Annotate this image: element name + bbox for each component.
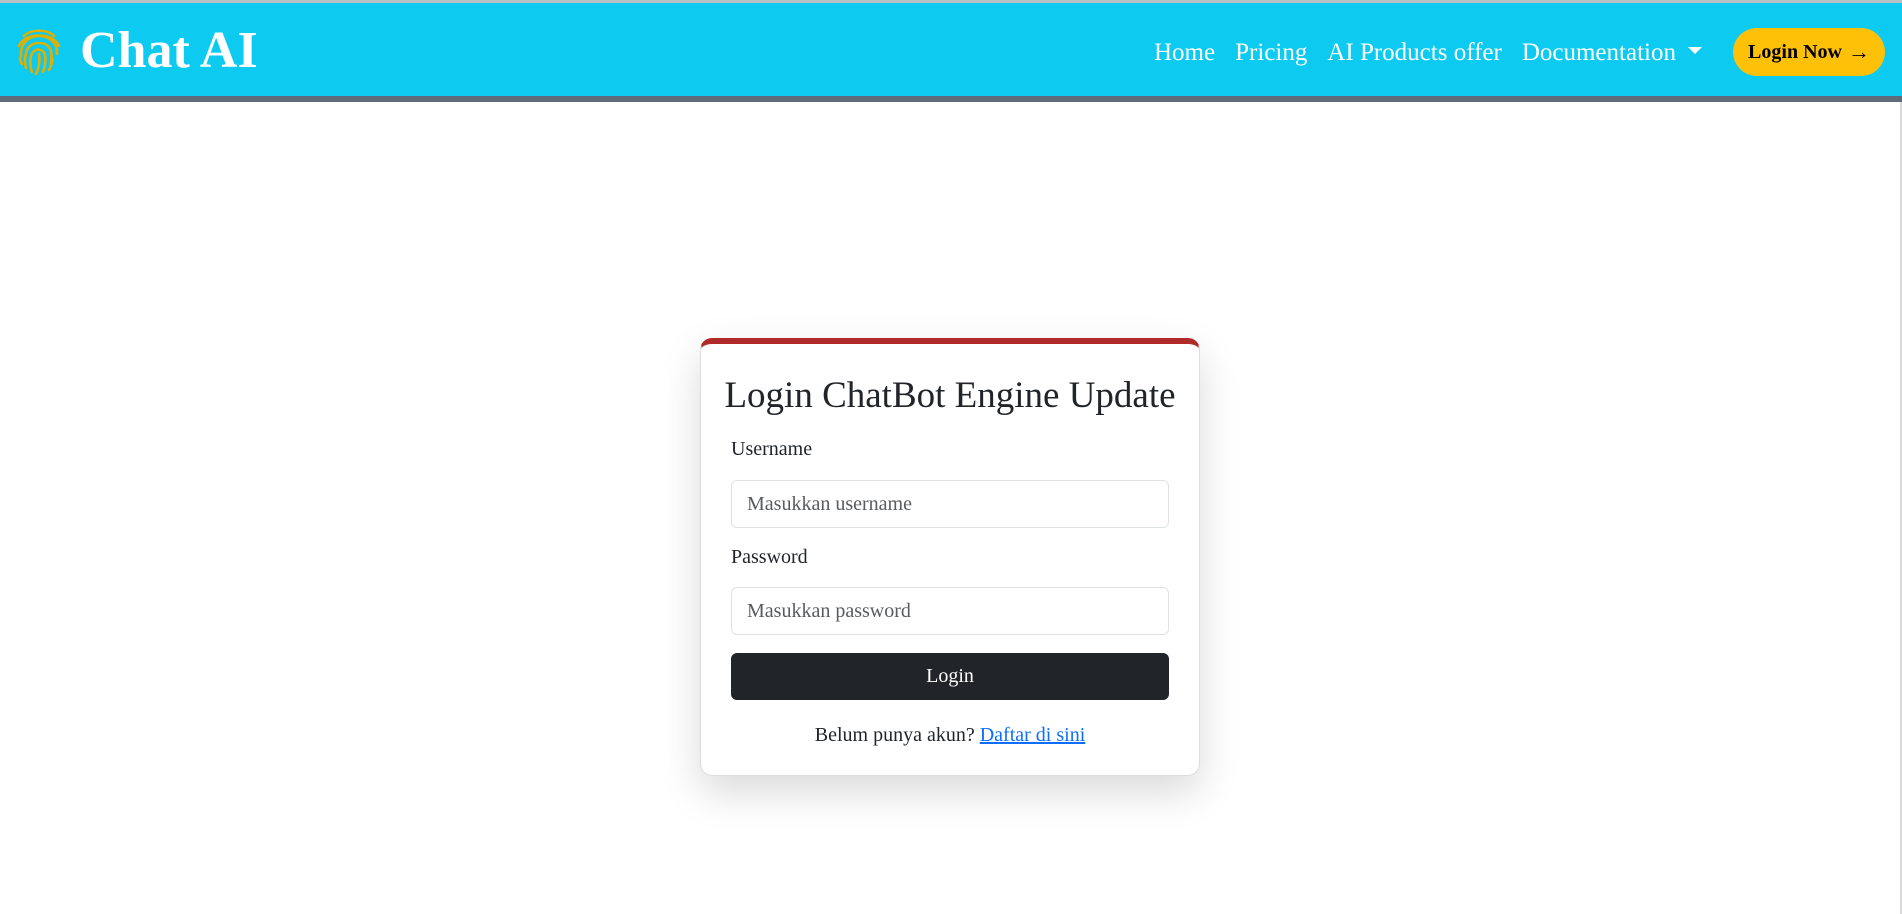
nav-ai-products[interactable]: AI Products offer	[1327, 39, 1502, 67]
caret-down-icon	[1687, 46, 1702, 54]
nav-pricing[interactable]: Pricing	[1235, 39, 1307, 67]
signup-prompt: Belum punya akun? Daftar di sini	[701, 724, 1199, 747]
password-input[interactable]	[731, 587, 1169, 635]
username-label: Username	[731, 438, 813, 460]
top-navbar: Chat AI Home Pricing AI Products offer D…	[0, 0, 1902, 102]
arrow-right-icon: →	[1847, 39, 1870, 64]
login-now-button[interactable]: Login Now →	[1733, 28, 1885, 76]
username-input[interactable]	[731, 480, 1169, 528]
brand[interactable]: Chat AI	[14, 21, 258, 81]
nav-documentation-dropdown[interactable]: Documentation	[1522, 39, 1702, 67]
password-label: Password	[731, 546, 808, 568]
login-card: Login ChatBot Engine Update Username Pas…	[700, 338, 1200, 776]
login-now-label: Login Now	[1748, 40, 1842, 63]
nav-documentation-label: Documentation	[1521, 39, 1676, 66]
signup-link[interactable]: Daftar di sini	[980, 724, 1086, 746]
login-title: Login ChatBot Engine Update	[724, 375, 1176, 416]
fingerprint-icon	[14, 24, 64, 78]
main-nav: Home Pricing AI Products offer Documenta…	[1154, 33, 1722, 73]
login-submit-button[interactable]: Login	[731, 653, 1169, 700]
brand-title: Chat AI	[80, 22, 258, 79]
nav-home[interactable]: Home	[1154, 39, 1215, 67]
signup-prompt-text: Belum punya akun?	[814, 724, 975, 746]
